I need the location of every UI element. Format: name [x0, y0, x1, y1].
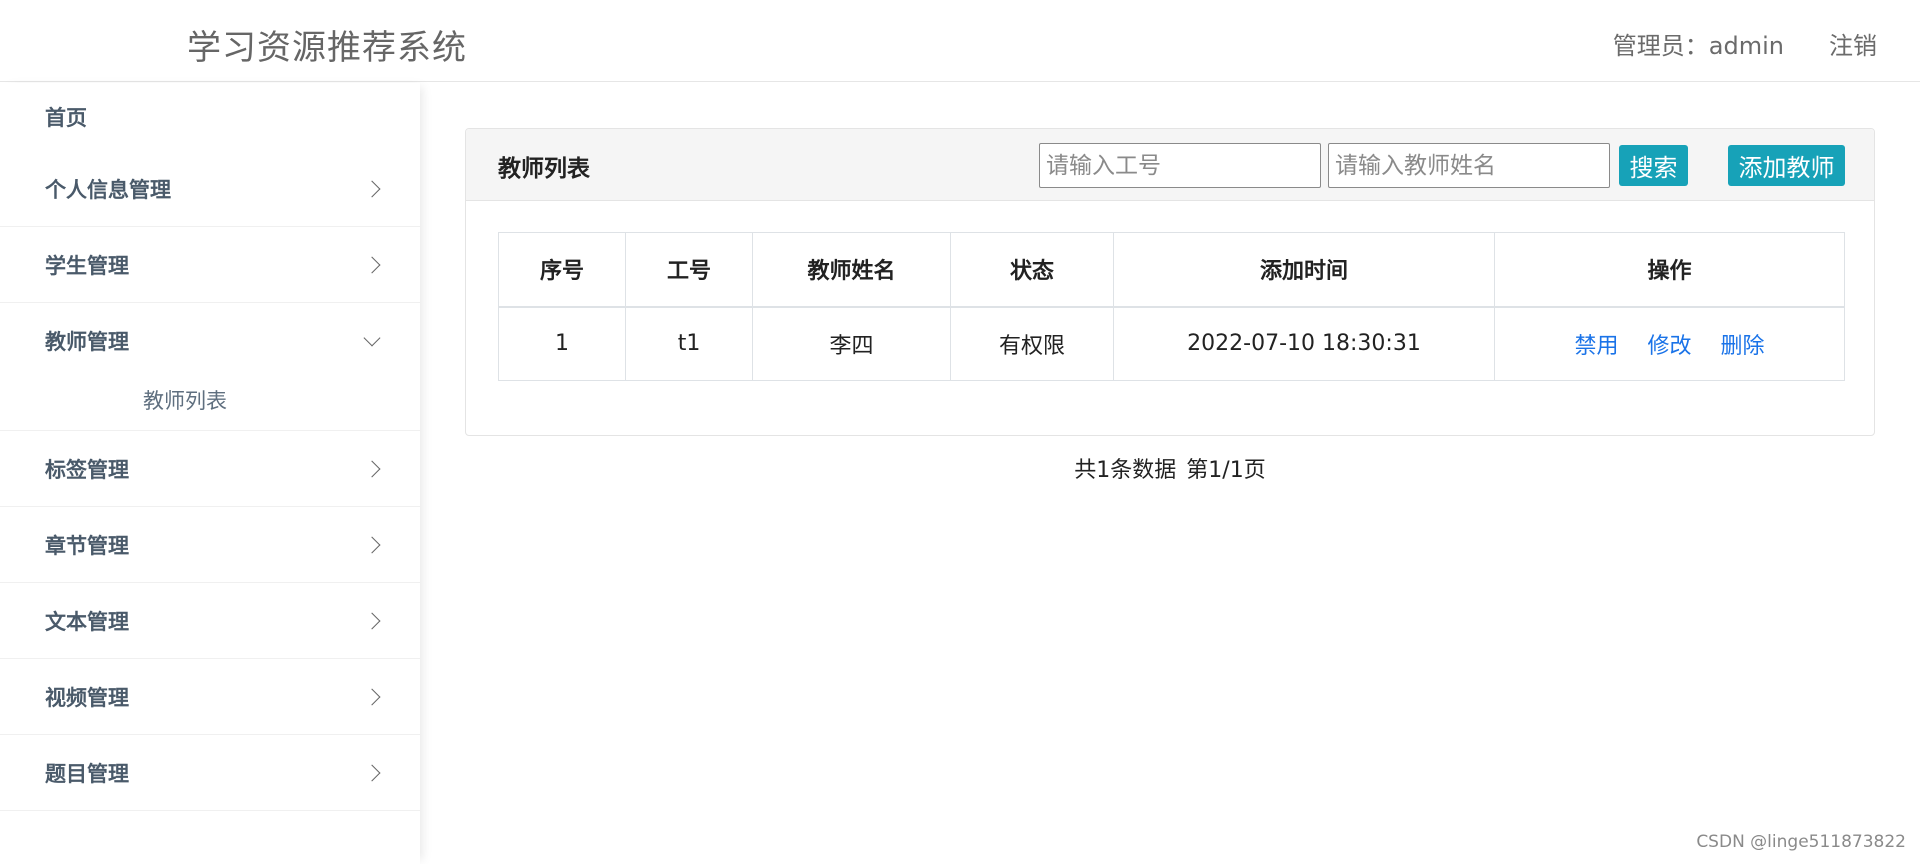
logout-link[interactable]: 注销: [1829, 26, 1877, 61]
sidebar-item-chapters[interactable]: 章节管理: [0, 507, 420, 583]
sidebar-item-teachers[interactable]: 教师管理: [0, 303, 420, 379]
chevron-right-icon: [363, 764, 381, 781]
top-header: 学习资源推荐系统 管理员：admin 注销: [0, 0, 1920, 82]
admin-user-label: 管理员：admin: [1612, 32, 1784, 60]
sidebar-item-students[interactable]: 学生管理: [0, 227, 420, 303]
sidebar-item-texts[interactable]: 文本管理: [0, 583, 420, 659]
delete-link[interactable]: 删除: [1721, 334, 1765, 359]
sidebar-item-label: 教师管理: [45, 330, 129, 354]
cell-index: 1: [498, 306, 626, 381]
table-row: 1 t1 李四 有权限 2022-07-10 18:30:31 禁用 修改 删除: [498, 306, 1845, 381]
teacher-id-search-input[interactable]: [1039, 143, 1321, 188]
column-header-id: 工号: [625, 232, 753, 308]
sidebar-item-label: 学生管理: [45, 253, 129, 278]
sidebar-item-label: 文本管理: [45, 609, 129, 634]
sidebar-item-label: 个人信息管理: [45, 177, 171, 202]
chevron-right-icon: [363, 612, 381, 629]
submenu-item-teacher-list[interactable]: 教师列表: [143, 385, 227, 415]
panel-title: 教师列表: [498, 156, 590, 182]
sidebar-item-questions[interactable]: 题目管理: [0, 735, 420, 811]
teacher-name-search-input[interactable]: [1328, 143, 1610, 188]
page-indicator: 第1/1页: [1186, 458, 1266, 483]
edit-link[interactable]: 修改: [1647, 334, 1691, 359]
column-header-status: 状态: [950, 232, 1114, 308]
total-count: 共1条数据: [1074, 458, 1177, 483]
cell-teacher-name: 李四: [752, 306, 951, 381]
cell-actions: 禁用 修改 删除: [1494, 306, 1845, 381]
teacher-submenu: 教师列表: [0, 379, 420, 431]
add-teacher-button[interactable]: 添加教师: [1728, 145, 1845, 186]
chevron-right-icon: [363, 536, 381, 553]
app-title: 学习资源推荐系统: [187, 28, 467, 68]
chevron-right-icon: [363, 180, 381, 197]
sidebar-item-label: 题目管理: [45, 761, 129, 786]
chevron-right-icon: [363, 688, 381, 705]
teacher-list-panel: 教师列表 搜索 添加教师 序号 工号 教师姓名 状态 添加时间 操作 1 t1 …: [465, 128, 1875, 436]
sidebar-item-label: 首页: [45, 106, 87, 130]
watermark: CSDN @linge511873822: [1696, 832, 1906, 852]
panel-header: 教师列表 搜索 添加教师: [466, 129, 1874, 201]
sidebar-item-profile[interactable]: 个人信息管理: [0, 151, 420, 227]
sidebar-item-home[interactable]: 首页: [0, 83, 420, 151]
column-header-actions: 操作: [1494, 232, 1845, 308]
pagination-info: 共1条数据 第1/1页: [0, 452, 1920, 484]
table-header-row: 序号 工号 教师姓名 状态 添加时间 操作: [498, 232, 1845, 308]
search-button[interactable]: 搜索: [1619, 145, 1688, 186]
column-header-index: 序号: [498, 232, 626, 308]
column-header-name: 教师姓名: [752, 232, 951, 308]
cell-teacher-id: t1: [625, 306, 753, 381]
sidebar-item-label: 章节管理: [45, 533, 129, 558]
cell-added-time: 2022-07-10 18:30:31: [1113, 306, 1495, 381]
column-header-added-time: 添加时间: [1113, 232, 1495, 308]
chevron-down-icon: [363, 329, 381, 347]
sidebar-item-videos[interactable]: 视频管理: [0, 659, 420, 735]
cell-status: 有权限: [950, 306, 1114, 381]
sidebar-item-label: 视频管理: [45, 685, 129, 710]
disable-link[interactable]: 禁用: [1574, 334, 1618, 359]
teacher-table: 序号 工号 教师姓名 状态 添加时间 操作 1 t1 李四 有权限 2022-0…: [498, 232, 1845, 381]
chevron-right-icon: [363, 256, 381, 273]
